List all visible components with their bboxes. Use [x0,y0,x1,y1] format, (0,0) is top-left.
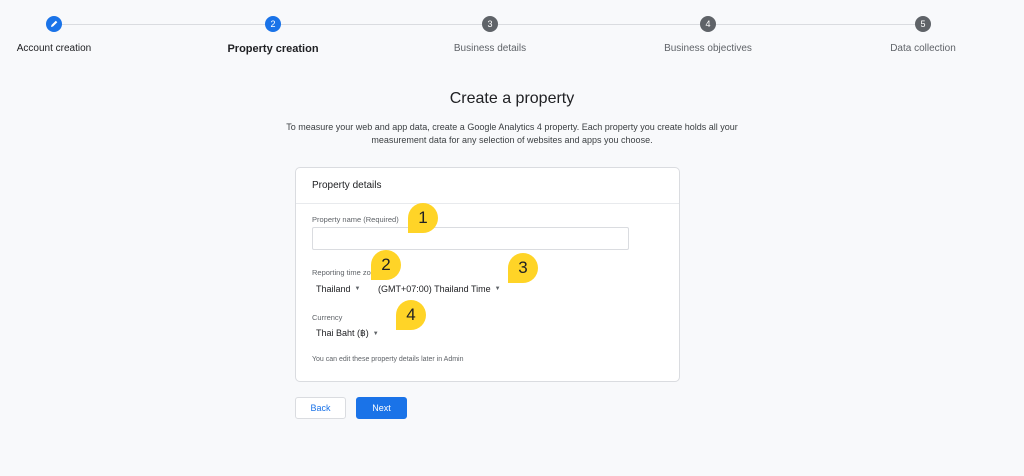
step-data-collection[interactable]: 5 Data collection [843,16,1003,54]
annotation-marker-3: 3 [508,253,538,283]
step-label: Property creation [227,43,319,55]
timezone-select[interactable]: (GMT+07:00) Thailand Time ▼ [378,284,501,294]
property-name-input[interactable] [312,227,629,250]
step-label: Business objectives [664,43,752,54]
step-business-details[interactable]: 3 Business details [410,16,570,54]
caret-down-icon: ▼ [354,286,361,292]
annotation-marker-1: 1 [408,203,438,233]
currency-select[interactable]: Thai Baht (฿) ▼ [316,328,379,339]
step-number: 4 [700,16,716,32]
caret-down-icon: ▼ [372,330,379,337]
step-account-creation[interactable]: Account creation [0,16,134,54]
page-intro: To measure your web and app data, create… [232,121,792,147]
step-1-circle [46,16,62,32]
property-details-card: Property details Property name (Required… [295,167,680,382]
next-button[interactable]: Next [356,397,407,419]
intro-line-2: measurement data for any selection of we… [371,135,653,145]
step-property-creation[interactable]: 2 Property creation [193,16,353,55]
page-title: Create a property [449,90,575,107]
progress-stepper: Account creation 2 Property creation 3 B… [0,0,1024,70]
step-business-objectives[interactable]: 4 Business objectives [628,16,788,54]
edit-later-note: You can edit these property details late… [312,356,464,363]
country-select[interactable]: Thailand ▼ [316,284,360,294]
step-label: Account creation [16,43,92,54]
currency-label: Currency [312,313,343,322]
step-number: 2 [265,16,281,32]
intro-line-1: To measure your web and app data, create… [286,122,738,132]
card-title: Property details [296,168,679,204]
step-number: 5 [915,16,931,32]
step-label: Business details [453,43,527,54]
country-value: Thailand [316,284,351,294]
timezone-value: (GMT+07:00) Thailand Time [378,284,491,294]
step-number: 3 [482,16,498,32]
pencil-icon [51,20,58,27]
step-label: Data collection [890,43,956,54]
caret-down-icon: ▼ [494,286,501,292]
annotation-marker-2: 2 [371,250,401,280]
currency-value: Thai Baht (฿) [316,328,369,338]
annotation-marker-4: 4 [396,300,426,330]
back-button[interactable]: Back [295,397,346,419]
property-name-label: Property name (Required) [312,215,399,224]
reporting-time-zone-label: Reporting time zo [312,268,371,277]
